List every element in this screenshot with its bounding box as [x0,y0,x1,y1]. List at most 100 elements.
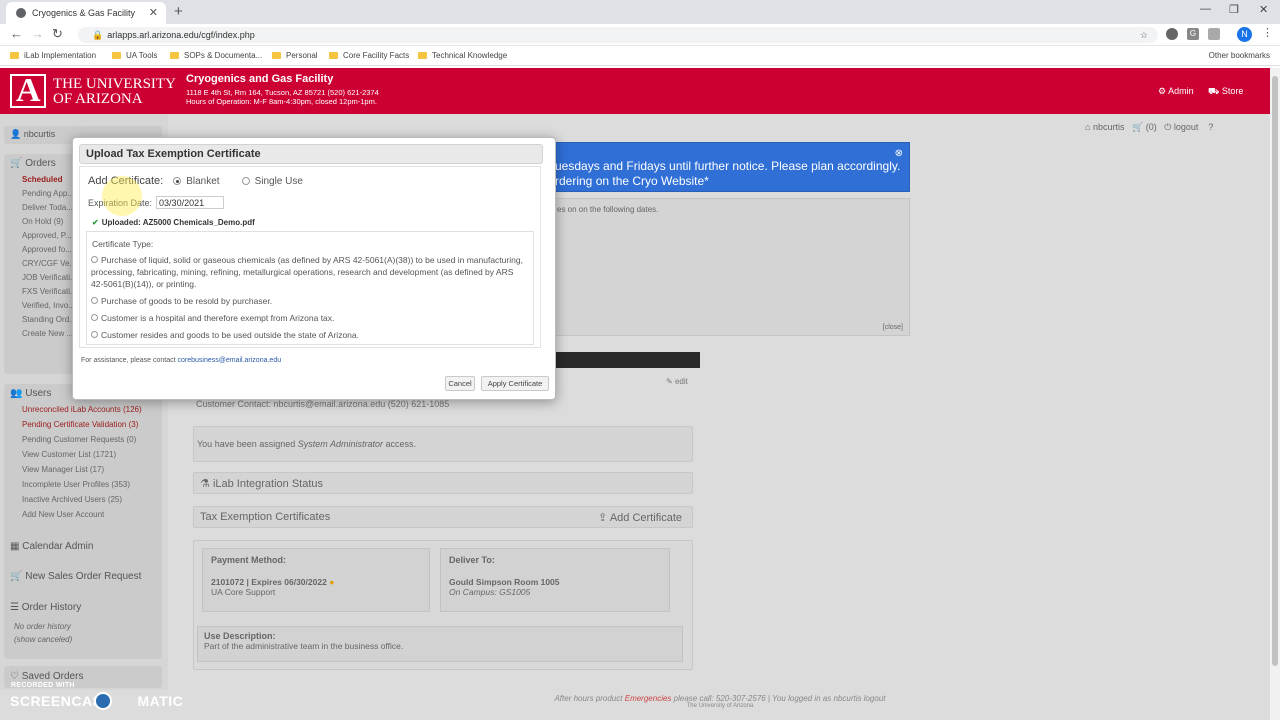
radio-blanket-label[interactable]: Blanket [186,176,219,187]
facility-info: Cryogenics and Gas Facility 1118 E 4th S… [186,73,379,106]
show-canceled-link[interactable]: (show canceled) [4,634,162,646]
back-icon[interactable]: ← [10,26,23,41]
apply-certificate-button[interactable]: Apply Certificate [481,376,549,391]
facility-title: Cryogenics and Gas Facility [186,73,334,85]
url-field[interactable]: 🔒 arlapps.arl.arizona.edu/cgf/index.php ☆ [78,27,1158,43]
edit-link[interactable]: ✎ edit [666,377,688,386]
deliver-to-value: Gould Simpson Room 1005 [449,577,560,587]
assistance-email-link[interactable]: corebusiness@email.arizona.edu [178,357,282,364]
checkmark-icon: ✔ [92,218,99,227]
assigned-panel: You have been assigned System Administra… [193,426,693,462]
bookmark-item[interactable]: Personal [272,51,318,60]
user-link[interactable]: ⌂ nbcurtis [1085,122,1124,132]
dark-header-strip [548,352,700,368]
cancel-button[interactable]: Cancel [445,376,475,391]
radio-cert-chemicals[interactable] [91,256,98,263]
upload-icon: ⇪ [598,512,608,524]
scrollbar-thumb[interactable] [1272,76,1278,666]
order-history-panel: ☰ Order History No order history (show c… [4,597,162,659]
window-close-icon[interactable]: ✕ [1259,3,1268,16]
close-icon[interactable]: ⊗ [895,146,903,161]
bookmark-item[interactable]: UA Tools [112,51,157,60]
assigned-text: You have been assigned System Administra… [197,439,416,449]
radio-single-use[interactable] [241,177,250,185]
screencast-watermark: RECORDED WITH SCREENCAST MATIC [10,682,184,710]
radio-cert-resale[interactable] [91,297,98,304]
cart-icon: 🛒 [1131,122,1144,132]
folder-icon [112,52,121,59]
browser-menu-icon[interactable]: ⋮ [1262,26,1273,39]
extension-icon[interactable] [1208,28,1220,40]
page-scrollbar[interactable] [1270,68,1280,720]
cart-link[interactable]: 🛒 (0) [1132,122,1157,132]
folder-icon [10,52,19,59]
cert-option-resale[interactable]: Purchase of goods to be resold by purcha… [91,295,527,307]
extension-g-icon[interactable]: G [1187,28,1199,40]
store-link[interactable]: ⛟ Store [1208,86,1243,98]
logout-link[interactable]: ⏻ logout [1164,122,1198,132]
ua-a-icon: A [16,72,41,109]
uploaded-file-row: ✔ Uploaded: AZ5000 Chemicals_Demo.pdf [92,218,255,227]
site-header: A THE UNIVERSITY OF ARIZONA Cryogenics a… [0,68,1270,114]
edit-icon: ✎ [666,377,673,386]
payment-method-box: Payment Method: 2101072 | Expires 06/30/… [202,548,430,612]
facility-address: 1118 E 4th St, Rm 164, Tucson, AZ 85721 … [186,88,379,97]
calendar-admin-panel[interactable]: ▦ Calendar Admin [4,536,162,558]
cert-option-chemicals[interactable]: Purchase of liquid, solid or gaseous che… [91,254,527,290]
ua-logo[interactable]: A [10,72,46,109]
forward-icon[interactable]: → [31,26,44,41]
calendar-icon: ▦ [10,541,20,552]
new-sales-order-panel[interactable]: 🛒 New Sales Order Request [4,566,162,588]
new-tab-icon[interactable]: + [174,3,183,20]
radio-single-use-label[interactable]: Single Use [255,176,303,187]
other-bookmarks[interactable]: Other bookmarks [1209,51,1270,60]
restore-icon[interactable]: ❐ [1229,3,1239,16]
certificate-type-box: Certificate Type: Purchase of liquid, so… [86,231,534,345]
certificate-type-label: Certificate Type: [92,239,154,249]
bookmark-item[interactable]: iLab Implementation [10,51,96,60]
payment-method-sub: UA Core Support [211,587,276,597]
sidebar-item-customer-list[interactable]: View Customer List (1721) [4,448,162,463]
lock-icon: 🔒 [92,30,104,40]
warning-icon: ● [329,577,335,587]
flask-icon: ⚗ [200,478,210,490]
admin-link[interactable]: ⚙ Admin [1158,86,1194,97]
radio-cert-out-of-state[interactable] [91,331,98,338]
announcement-banner: uesdays and Fridays until further notice… [548,142,910,192]
sidebar-item-pending-customer[interactable]: Pending Customer Requests (0) [4,433,162,448]
notice-close-link[interactable]: [close] [883,324,903,331]
cert-option-out-of-state[interactable]: Customer resides and goods to be used ou… [91,329,527,341]
users-icon: 👥 [10,388,23,399]
radio-cert-hospital[interactable] [91,314,98,321]
bookmark-star-icon[interactable]: ☆ [1140,27,1148,43]
bookmark-item[interactable]: Technical Knowledge [418,51,507,60]
assistance-text: For assistance, please contact corebusin… [81,357,282,364]
profile-avatar[interactable]: N [1237,27,1252,42]
bookmark-item[interactable]: SOPs & Documenta... [170,51,262,60]
reload-icon[interactable]: ↻ [52,26,63,42]
sidebar-item-unreconciled[interactable]: Unreconciled iLab Accounts (126) [4,403,162,418]
expiration-date-input[interactable] [156,196,225,209]
sidebar-item-add-user[interactable]: Add New User Account [4,508,162,523]
radio-blanket[interactable] [173,177,182,185]
browser-tab[interactable]: Cryogenics & Gas Facility ✕ [6,2,166,24]
bookmark-item[interactable]: Core Facility Facts [329,51,409,60]
order-history-heading[interactable]: ☰ Order History [4,597,162,618]
payment-method-value: 2101072 | Expires 06/30/2022 ● [211,577,335,587]
bookmarks-bar: iLab Implementation UA Tools SOPs & Docu… [0,46,1280,66]
extension-icon[interactable] [1166,28,1178,40]
help-icon[interactable]: ? [1208,122,1213,132]
minimize-icon[interactable]: — [1200,3,1211,15]
tab-close-icon[interactable]: ✕ [149,6,158,19]
ilab-status-panel[interactable]: ⚗ iLab Integration Status [193,472,693,494]
sidebar-item-pending-cert[interactable]: Pending Certificate Validation (3) [4,418,162,433]
sidebar-item-incomplete-profiles[interactable]: Incomplete User Profiles (353) [4,478,162,493]
list-icon: ☰ [10,602,19,613]
cert-option-hospital[interactable]: Customer is a hospital and therefore exe… [91,312,527,324]
add-certificate-link[interactable]: ⇪ Add Certificate [598,511,682,524]
sidebar-item-inactive-users[interactable]: Inactive Archived Users (25) [4,493,162,508]
folder-icon [418,52,427,59]
use-description-label: Use Description: [204,631,276,641]
sidebar-item-manager-list[interactable]: View Manager List (17) [4,463,162,478]
site-favicon-icon [16,8,26,18]
